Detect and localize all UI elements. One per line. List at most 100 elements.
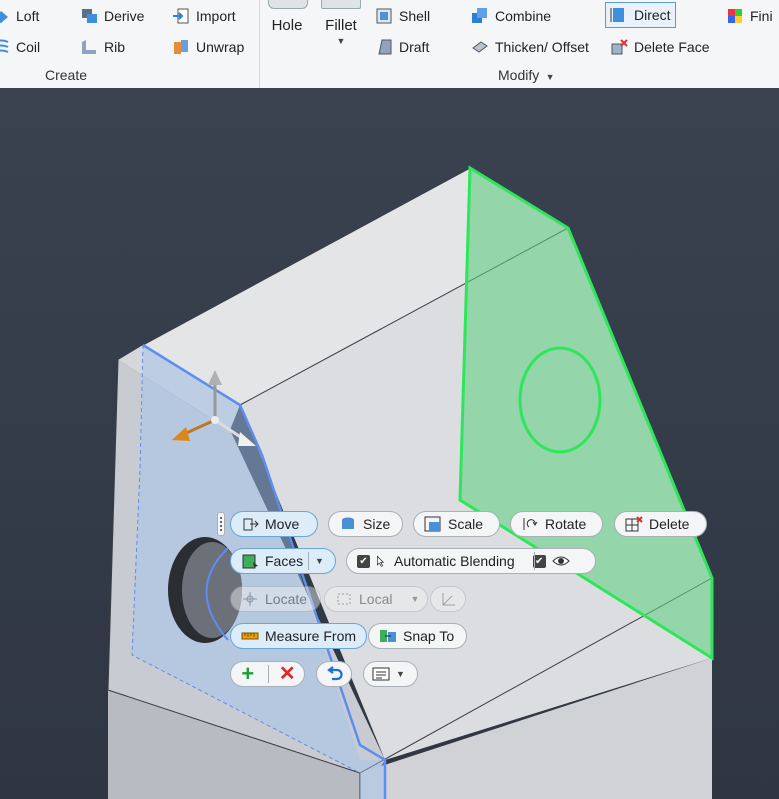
- delete-button[interactable]: Delete: [614, 511, 707, 537]
- coil-button[interactable]: Coil: [0, 35, 40, 59]
- snap-to-button[interactable]: Snap To: [368, 623, 467, 649]
- reorient-icon: [442, 593, 455, 606]
- apply-cancel-split: [268, 665, 269, 683]
- reorient-button[interactable]: [430, 586, 466, 612]
- menu-icon: [372, 667, 390, 681]
- size-label: Size: [363, 516, 391, 532]
- triad-center[interactable]: [211, 416, 219, 424]
- draft-button[interactable]: Draft: [375, 35, 429, 59]
- finish-icon: [728, 9, 742, 23]
- combine-button[interactable]: Combine: [471, 4, 551, 28]
- fillet-dropdown-icon[interactable]: ▼: [320, 36, 362, 46]
- measure-from-button[interactable]: Measure From: [230, 623, 367, 649]
- derive-button[interactable]: Derive: [80, 4, 144, 28]
- shell-label: Shell: [399, 8, 431, 24]
- scale-button[interactable]: Scale: [413, 511, 500, 537]
- local-dropdown-icon: ▼: [410, 594, 420, 604]
- rotate-icon: [523, 518, 538, 530]
- locate-button[interactable]: Locate: [230, 586, 321, 612]
- unwrap-label: Unwrap: [196, 39, 245, 55]
- faces-label: Faces: [265, 553, 304, 569]
- automatic-blending-toggle[interactable]: ✔ Automatic Blending ✔: [346, 548, 596, 574]
- graphics-viewport[interactable]: [0, 88, 779, 799]
- rib-label: Rib: [104, 39, 126, 55]
- local-dropdown[interactable]: Local ▼: [324, 586, 428, 612]
- undo-button[interactable]: [316, 661, 352, 687]
- scale-icon: [424, 516, 441, 532]
- rotate-label: Rotate: [545, 516, 587, 532]
- apply-cancel-group: + ✕: [230, 661, 305, 687]
- rib-icon: [82, 40, 96, 54]
- snap-icon: [380, 630, 396, 642]
- derive-label: Derive: [104, 8, 145, 24]
- measure-from-label: Measure From: [265, 628, 357, 644]
- loft-label: Loft: [16, 8, 40, 24]
- locate-label: Locate: [265, 591, 308, 607]
- rotate-button[interactable]: Rotate: [510, 511, 603, 537]
- thicken-label: Thicken/ Offset: [495, 39, 589, 55]
- coil-icon: [0, 39, 9, 53]
- faces-dropdown[interactable]: Faces ▼: [230, 548, 336, 574]
- loft-button[interactable]: Loft: [0, 4, 39, 28]
- finish-label: Fini: [750, 8, 773, 24]
- delete-face-icon: [611, 39, 628, 55]
- shell-button[interactable]: Shell: [375, 4, 430, 28]
- cursor-icon: [377, 555, 385, 567]
- fillet-label: Fillet: [325, 17, 357, 34]
- modify-group-label[interactable]: Modify ▼: [498, 67, 555, 83]
- derive-icon: [82, 9, 97, 23]
- model-view[interactable]: [0, 88, 779, 799]
- loft-icon: [0, 11, 8, 23]
- eye-icon[interactable]: [551, 553, 570, 569]
- ruler-icon: [241, 632, 259, 640]
- locate-icon: [243, 592, 257, 606]
- finish-button[interactable]: Fini: [726, 4, 773, 28]
- hole-label: Hole: [271, 17, 303, 34]
- minitoolbar-grip[interactable]: [217, 512, 225, 536]
- snap-to-label: Snap To: [403, 628, 455, 644]
- x-icon[interactable]: ✕: [271, 662, 305, 686]
- options-dropdown-icon: ▼: [396, 669, 405, 679]
- faces-dropdown-icon[interactable]: ▼: [315, 556, 324, 566]
- delete-face-label: Delete Face: [634, 39, 710, 55]
- direct-icon: [610, 8, 624, 22]
- draft-icon: [378, 39, 392, 55]
- direct-label: Direct: [634, 7, 671, 23]
- undo-icon: [327, 666, 343, 681]
- thicken-offset-button[interactable]: Thicken/ Offset: [471, 35, 589, 59]
- import-button[interactable]: Import: [172, 4, 236, 28]
- local-label: Local: [359, 591, 393, 607]
- modify-dropdown-icon: ▼: [543, 72, 555, 82]
- size-button[interactable]: Size: [328, 511, 403, 537]
- automatic-blending-label: Automatic Blending: [394, 553, 515, 569]
- plus-icon[interactable]: +: [231, 662, 265, 686]
- size-icon: [342, 517, 354, 529]
- fillet-icon: [321, 0, 361, 9]
- thicken-icon: [472, 41, 488, 53]
- options-menu-button[interactable]: ▼: [363, 661, 418, 687]
- ribbon-separator: [259, 0, 260, 88]
- direct-button[interactable]: Direct: [605, 2, 676, 28]
- hole-button[interactable]: Hole: [268, 0, 308, 34]
- modify-group-text: Modify: [498, 67, 540, 83]
- scale-label: Scale: [448, 516, 484, 532]
- hole-icon: [268, 0, 308, 9]
- local-icon: [337, 593, 351, 605]
- move-button[interactable]: Move: [230, 511, 318, 537]
- rib-button[interactable]: Rib: [80, 35, 125, 59]
- create-group-label: Create: [45, 67, 88, 83]
- shell-icon: [376, 8, 392, 24]
- fillet-button[interactable]: Fillet ▼: [320, 0, 362, 46]
- draft-label: Draft: [399, 39, 430, 55]
- move-label: Move: [265, 516, 300, 532]
- unwrap-button[interactable]: Unwrap: [172, 35, 244, 59]
- combine-label: Combine: [495, 8, 552, 24]
- coil-label: Coil: [16, 39, 41, 55]
- unwrap-icon: [174, 40, 188, 54]
- import-icon: [173, 8, 189, 24]
- faces-icon: [242, 554, 258, 569]
- import-label: Import: [196, 8, 236, 24]
- move-icon: [243, 518, 259, 531]
- automatic-blending-checkbox[interactable]: ✔: [357, 554, 370, 568]
- delete-face-button[interactable]: Delete Face: [610, 35, 709, 59]
